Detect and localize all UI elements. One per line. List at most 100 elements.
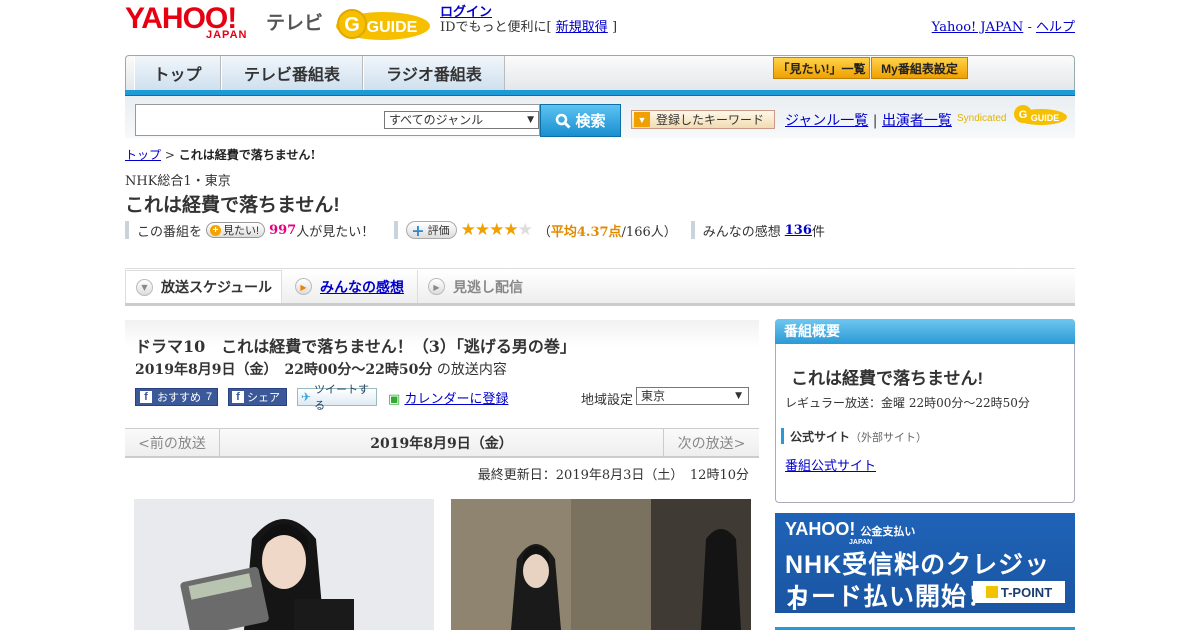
channel-label: NHK総合1・東京 <box>125 174 231 189</box>
official-site-label: 公式サイト <box>790 430 851 444</box>
impressions-label: みんなの感想 <box>702 224 781 240</box>
register-link[interactable]: 新規取得 <box>556 20 608 35</box>
facebook-icon: f <box>140 391 152 403</box>
chevron-right-icon: ▶ <box>295 278 312 295</box>
registered-keyword-label: 登録したキーワード <box>656 113 765 127</box>
tab-impressions-label[interactable]: みんなの感想 <box>320 277 404 297</box>
nav-tab-tv-schedule[interactable]: テレビ番組表 <box>221 56 363 90</box>
tab-minogashi-label: 見逃し配信 <box>453 279 523 296</box>
prev-broadcast-link[interactable]: <前の放送 <box>125 429 220 457</box>
official-site-note: （外部サイト） <box>850 431 928 444</box>
tv-logo[interactable]: テレビ <box>266 8 323 35</box>
nav-tab-top[interactable]: トップ <box>134 56 221 90</box>
region-select[interactable]: 東京 ▼ <box>636 387 749 405</box>
episode-photo-woman-street <box>451 499 751 630</box>
t-point-icon <box>985 586 998 598</box>
rate-button-label: 評価 <box>427 224 450 237</box>
nhk-fee-banner[interactable]: YAHOO! 公金支払い JAPAN NHK受信料のクレジット カード払い開始！… <box>775 513 1075 615</box>
facebook-recommend-label: おすすめ <box>157 392 201 404</box>
nav-tab-radio-schedule[interactable]: ラジオ番組表 <box>363 56 505 90</box>
chevron-down-icon: ▼ <box>136 278 153 296</box>
facebook-recommend-count: 7 <box>206 391 213 403</box>
login-box: ログイン IDでもっと便利に[ 新規取得 ] <box>440 5 617 35</box>
episode-photo-woman-calculator <box>134 499 434 630</box>
facebook-icon: f <box>232 391 244 403</box>
breadcrumb-top-link[interactable]: トップ <box>125 148 161 162</box>
tab-impressions[interactable]: ▶ みんなの感想 <box>285 270 415 303</box>
syndicated-g-guide-logo: Syndicated G GUIDE <box>957 103 1067 127</box>
star-on-icon: ★★★★ <box>460 220 519 240</box>
region-label: 地域設定 <box>581 393 634 408</box>
svg-text:G: G <box>344 14 360 36</box>
search-icon <box>556 113 572 129</box>
login-link[interactable]: ログイン <box>440 5 492 20</box>
tweet-label: ツイートする <box>314 384 370 412</box>
official-site-link[interactable]: 番組公式サイト <box>785 455 876 474</box>
genre-list-link[interactable]: ジャンル一覧 <box>785 113 868 129</box>
svg-text:GUIDE: GUIDE <box>367 19 418 36</box>
region-select-value: 東京 <box>641 389 666 403</box>
g-guide-logo[interactable]: G GUIDE <box>334 6 432 42</box>
mitai-suffix: 人が見たい！ <box>296 224 375 240</box>
facebook-share-label: シェア <box>247 392 280 404</box>
facebook-recommend-button[interactable]: f おすすめ 7 <box>135 388 218 406</box>
mitai-button[interactable]: + 見たい! <box>206 222 266 238</box>
search-links: ジャンル一覧 | 出演者一覧 <box>785 110 952 130</box>
last-updated: 最終更新日：2019年8月3日（土） 12時10分 <box>477 468 749 483</box>
calendar-icon: ▣ <box>388 392 401 407</box>
svg-text:GUIDE: GUIDE <box>1031 113 1060 123</box>
yahoo-logo-japan: JAPAN <box>206 29 248 41</box>
registered-keyword-button[interactable]: ▼ 登録したキーワード <box>631 110 775 129</box>
calendar-register-link[interactable]: カレンダーに登録 <box>404 392 508 407</box>
program-overview-title: これは経費で落ちません! <box>791 369 984 388</box>
tab-minogashi[interactable]: ▶ 見逃し配信 <box>417 270 537 303</box>
mitai-prefix: この番組を <box>137 224 203 240</box>
episode-title: ドラマ10 これは経費で落ちません！（3）「逃げる男の巻」 <box>135 337 576 356</box>
top-links: Yahoo! JAPAN - ヘルプ <box>932 16 1075 35</box>
facebook-share-button[interactable]: f シェア <box>228 388 287 406</box>
next-broadcast-link[interactable]: 次の放送> <box>663 429 759 457</box>
dropdown-arrow-icon: ▼ <box>735 391 742 401</box>
rate-button[interactable]: + 評価 <box>406 221 457 240</box>
rating-average: 平均4.37点 <box>550 224 622 240</box>
program-overview-heading: 番組概要 <box>775 319 1075 344</box>
search-button[interactable]: 検索 <box>540 104 621 137</box>
yahoo-japan-link[interactable]: Yahoo! JAPAN <box>932 20 1024 35</box>
calendar-register[interactable]: ▣ カレンダーに登録 <box>388 388 508 407</box>
tabs-top-rule <box>125 268 1075 269</box>
my-schedule-button[interactable]: My番組表設定 <box>871 57 968 79</box>
help-link[interactable]: ヘルプ <box>1036 20 1075 35</box>
program-overview-box <box>775 319 1075 503</box>
current-broadcast-date: 2019年8月9日（金） <box>370 436 513 452</box>
search-links-divider: | <box>872 113 878 129</box>
impressions-suffix: 件 <box>811 224 825 240</box>
tab-schedule-label: 放送スケジュール <box>161 280 273 296</box>
banner-line-2: カード払い開始！ <box>785 583 994 611</box>
episode-airtime-suffix: の放送内容 <box>436 362 507 378</box>
impressions-count-link[interactable]: 136 <box>785 223 812 238</box>
genre-select[interactable]: すべてのジャンル ▼ <box>384 111 539 129</box>
mitai-count: 997 <box>269 222 297 238</box>
mitai-list-button[interactable]: 「見たい!」一覧 <box>773 57 870 79</box>
regular-broadcast: レギュラー放送：金曜 22時00分～22時50分 <box>785 396 1030 410</box>
login-hint: IDでもっと便利に[ <box>440 20 552 35</box>
tweet-button[interactable]: ✈ ツイートする <box>297 384 377 412</box>
episode-airtime: 2019年8月9日（金） 22時00分～22時50分 の放送内容 <box>135 359 507 379</box>
svg-text:Syndicated: Syndicated <box>957 113 1006 124</box>
breadcrumb-separator: > <box>164 148 175 162</box>
performer-list-link[interactable]: 出演者一覧 <box>882 113 952 129</box>
banner-yahoo-text: YAHOO! <box>785 519 856 539</box>
official-site-heading: 公式サイト（外部サイト） <box>781 428 927 444</box>
dropdown-arrow-icon: ▼ <box>634 112 650 127</box>
stat-divider <box>394 221 399 239</box>
genre-select-value: すべてのジャンル <box>389 113 484 127</box>
tab-schedule[interactable]: ▼ 放送スケジュール <box>125 270 282 303</box>
plus-icon: + <box>210 224 222 236</box>
banner-koukin-text: 公金支払い <box>860 526 916 538</box>
login-hint-end: ] <box>611 20 618 35</box>
chevron-right-icon: ▶ <box>428 278 445 295</box>
stat-divider <box>125 221 129 239</box>
star-off-icon: ★ <box>517 220 533 240</box>
t-point-label: T-POINT <box>1000 584 1053 600</box>
rating-open: （ <box>537 224 551 240</box>
